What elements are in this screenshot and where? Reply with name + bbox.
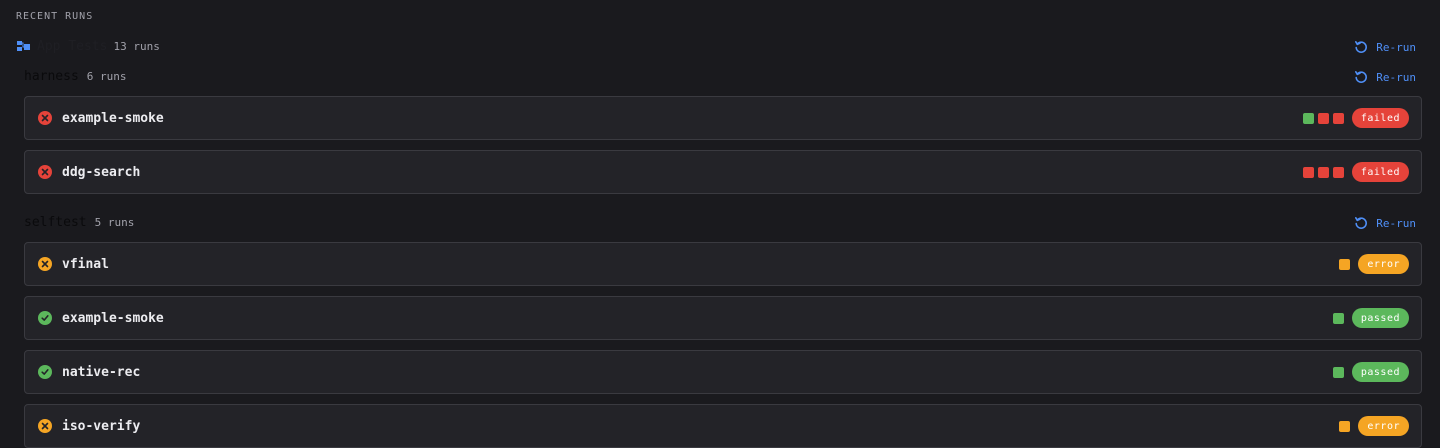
history-dot xyxy=(1332,112,1344,124)
app-rerun-button[interactable]: Re-run xyxy=(1354,38,1416,56)
run-status-area: error xyxy=(1339,254,1409,274)
group-rerun-button[interactable]: Re-run xyxy=(1354,68,1416,86)
run-card[interactable]: example-smoke passed xyxy=(24,296,1422,340)
run-name: ddg-search xyxy=(62,164,141,180)
run-name: native-rec xyxy=(62,364,141,380)
run-card[interactable]: native-rec passed xyxy=(24,350,1422,394)
run-status-area: error xyxy=(1339,416,1409,436)
x-circle-icon xyxy=(38,257,52,271)
check-circle-icon xyxy=(38,311,52,325)
status-badge: failed xyxy=(1351,108,1409,128)
x-circle-icon xyxy=(38,111,52,125)
group-rerun-button[interactable]: Re-run xyxy=(1354,214,1416,232)
history-dot xyxy=(1302,166,1314,178)
run-name: example-smoke xyxy=(62,110,164,126)
rerun-label: Re-run xyxy=(1376,216,1416,230)
group-header: selftest 5 runs xyxy=(24,213,134,231)
run-card[interactable]: vfinal error xyxy=(24,242,1422,286)
rerun-label: Re-run xyxy=(1376,70,1416,84)
app-run-count: 13 runs xyxy=(113,39,160,53)
run-name: iso-verify xyxy=(62,418,141,434)
status-badge: error xyxy=(1358,254,1409,274)
run-status-area: passed xyxy=(1332,362,1409,382)
history-dot xyxy=(1332,366,1344,378)
rerun-icon xyxy=(1354,216,1368,230)
run-status-area: failed xyxy=(1302,108,1409,128)
history-dot xyxy=(1317,166,1329,178)
status-badge: error xyxy=(1358,416,1409,436)
run-name: vfinal xyxy=(62,256,109,272)
history-dot xyxy=(1317,112,1329,124)
x-circle-icon xyxy=(38,419,52,433)
run-status-area: failed xyxy=(1302,162,1409,182)
group-run-count: 6 runs xyxy=(86,69,127,83)
app-header: App Tests 13 runs xyxy=(16,37,160,55)
history-dot xyxy=(1339,420,1351,432)
run-card[interactable]: iso-verify error xyxy=(24,404,1422,448)
history-dot xyxy=(1302,112,1314,124)
rerun-icon xyxy=(1354,70,1368,84)
group-header: harness 6 runs xyxy=(24,67,127,85)
run-status-area: passed xyxy=(1332,308,1409,328)
check-circle-icon xyxy=(38,365,52,379)
status-badge: passed xyxy=(1351,362,1409,382)
history-dot xyxy=(1332,166,1344,178)
app-title: App Tests xyxy=(37,38,108,54)
run-name: example-smoke xyxy=(62,310,164,326)
status-badge: failed xyxy=(1351,162,1409,182)
x-circle-icon xyxy=(38,165,52,179)
history-dot xyxy=(1332,312,1344,324)
app-icon xyxy=(16,39,31,53)
section-label: RECENT RUNS xyxy=(16,11,94,22)
run-card[interactable]: example-smoke failed xyxy=(24,96,1422,140)
rerun-label: Re-run xyxy=(1376,40,1416,54)
group-title: harness xyxy=(24,68,79,84)
group-title: selftest xyxy=(24,214,87,230)
group-run-count: 5 runs xyxy=(94,215,135,229)
run-card[interactable]: ddg-search failed xyxy=(24,150,1422,194)
history-dot xyxy=(1339,258,1351,270)
rerun-icon xyxy=(1354,40,1368,54)
status-badge: passed xyxy=(1351,308,1409,328)
